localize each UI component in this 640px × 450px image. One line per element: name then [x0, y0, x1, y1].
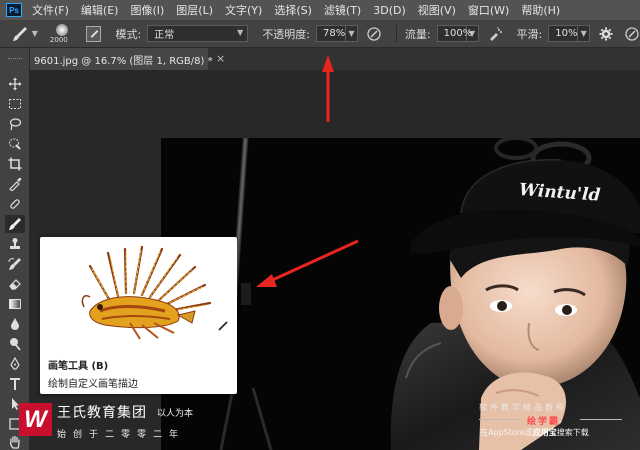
- brand-logo-icon: W: [19, 403, 52, 436]
- divider: [479, 419, 519, 420]
- watermark-since: 始创于二零零二年: [57, 430, 186, 440]
- watermark-tagline: 软件教学精品教程: [479, 403, 567, 412]
- annotation-arrow-up: [322, 55, 334, 122]
- watermark-motto: 以人为本: [157, 409, 194, 419]
- watermark-app-name: 绘学霸: [527, 417, 561, 427]
- annotation-arrow-left: [256, 239, 359, 287]
- divider: [580, 419, 622, 420]
- watermark-brand-name: 王氏教育集团: [57, 405, 147, 421]
- watermark-download-hint: 在AppStore或应用宝搜索下载: [480, 428, 589, 437]
- annotation-layer: [256, 55, 359, 287]
